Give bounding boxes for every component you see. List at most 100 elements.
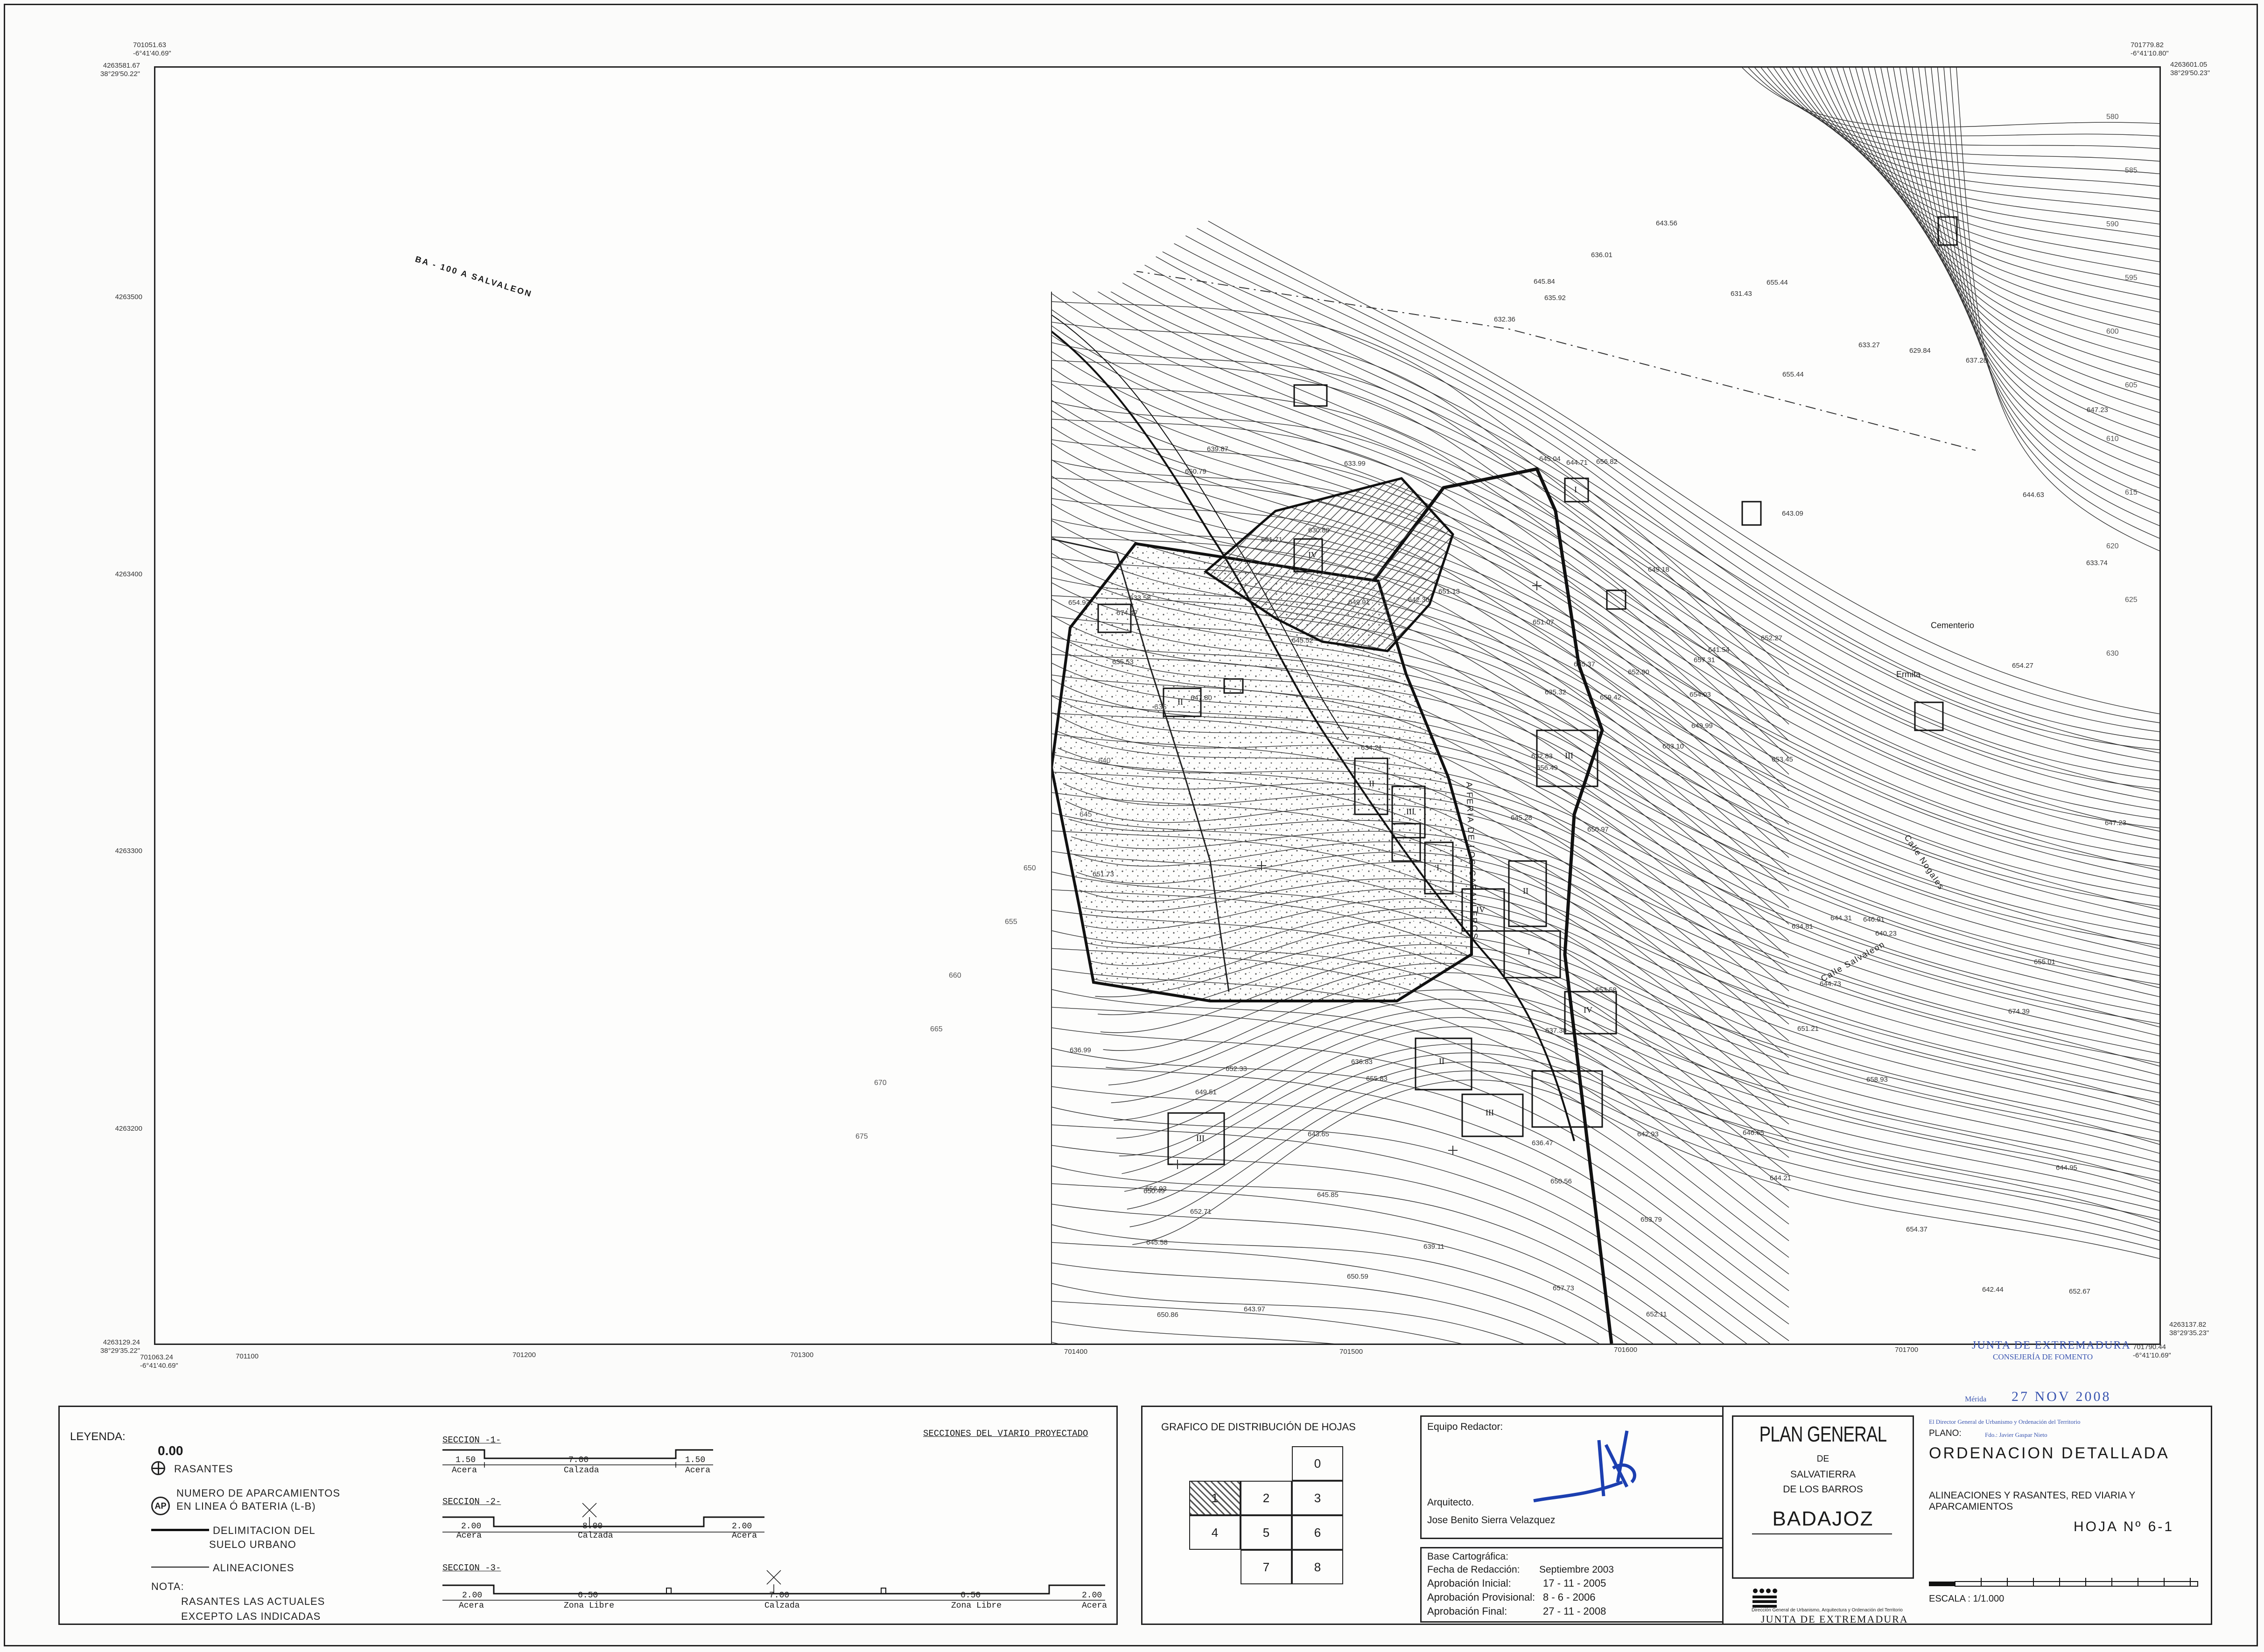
contour-elevation-label: 620 — [2106, 542, 2119, 550]
spot-height-label: 652.33 — [1226, 1065, 1247, 1073]
sheet-cell[interactable]: 3 — [1292, 1481, 1343, 1515]
spot-height-label: 674.47 — [1116, 609, 1138, 617]
spot-height-label: 645.04 — [1539, 455, 1561, 463]
spot-height-label: 652.27 — [1761, 634, 1782, 642]
building-floors-label: IV — [1308, 550, 1317, 560]
building-floors-label: II — [1369, 779, 1374, 788]
building-floors-label: III — [1486, 1108, 1494, 1117]
contour-line — [1893, 68, 2159, 427]
spot-height-label: 652.71 — [1190, 1208, 1212, 1216]
contour-line — [1849, 68, 2159, 338]
sheet-cell[interactable]: 4 — [1189, 1515, 1241, 1550]
section-1-profile — [442, 1449, 713, 1468]
section-1-title: SECCION -1- — [442, 1435, 501, 1445]
spot-height-label: 642.44 — [1982, 1286, 2004, 1294]
signature-icon — [1533, 1430, 1636, 1503]
spot-height-label: 636.83 — [1351, 1058, 1373, 1066]
contour-line — [1949, 68, 2159, 540]
junta-name: JUNTA DE EXTREMADURA — [1761, 1613, 1908, 1625]
sheet-cell[interactable]: 5 — [1241, 1515, 1292, 1550]
easting-label: 701200 — [512, 1351, 536, 1359]
section-2-dim: 2.00 — [461, 1522, 482, 1531]
easting-label: 701600 — [1614, 1346, 1638, 1354]
corner-coord-tl-top: 701051.63 -6°41'40.69" — [133, 41, 171, 57]
town-name-1: SALVATIERRA — [1790, 1469, 1856, 1480]
building-floors-label: II — [1178, 697, 1183, 707]
contour-line — [1798, 68, 2159, 238]
spot-height-label: 654.37 — [1906, 1225, 1928, 1233]
aprobacion-final-value: 27 - 11 - 2008 — [1543, 1605, 1606, 1617]
scale-bar-icon — [1929, 1578, 2198, 1587]
spot-height-label: 658.93 — [1866, 1076, 1888, 1084]
map-features — [1051, 68, 1976, 1344]
sheet-cell[interactable]: 6 — [1292, 1515, 1343, 1550]
spot-height-label: 636.99 — [1070, 1046, 1091, 1054]
spot-height-label: 653.45 — [1772, 756, 1793, 763]
building-floors-label: III — [1406, 807, 1415, 816]
spot-height-label: 647.23 — [2087, 406, 2108, 414]
sheet-cell[interactable]: 7 — [1241, 1550, 1292, 1584]
aprobacion-provisional-value: 8 - 6 - 2006 — [1543, 1591, 1596, 1603]
contour-elevation-label: 665 — [930, 1025, 943, 1033]
spot-height-label: 649.99 — [1691, 722, 1713, 730]
contour-elevation-label: 590 — [2106, 220, 2119, 228]
sheet-cell-current[interactable]: 1 — [1189, 1481, 1241, 1515]
building-floors-label: II — [1523, 886, 1528, 896]
spot-height-label: 629.84 — [1909, 347, 1931, 355]
section-3-dim: 6.50 — [960, 1591, 981, 1600]
section-3-dim: 7.00 — [769, 1591, 790, 1600]
spot-height-label: 636.01 — [1591, 251, 1612, 259]
contour-elevation-label: 585 — [2125, 167, 2138, 175]
scale-label: ESCALA : 1/1.000 — [1929, 1594, 2005, 1604]
contour-elevation-label: 640 — [1098, 757, 1111, 765]
bottom-strip: LEYENDA: 0.00 RASANTES AP NUMERO DE APAR… — [58, 1406, 2212, 1630]
spot-height-label: 650.79 — [1185, 468, 1206, 476]
spot-height-label: 637.28 — [1966, 357, 1987, 364]
spot-height-label: 633.99 — [1344, 460, 1366, 468]
building-floors-label: I — [1560, 1092, 1563, 1101]
province-name: BADAJOZ — [1772, 1507, 1874, 1530]
sheet-cell[interactable]: 0 — [1292, 1446, 1343, 1481]
spot-height-label: 652.11 — [1646, 1310, 1667, 1318]
town-name-2: DE LOS BARROS — [1783, 1484, 1863, 1495]
spot-height-label: 649.18 — [1648, 566, 1669, 574]
building-floors-label: I — [1528, 947, 1530, 956]
nota-line-1: RASANTES LAS ACTUALES — [181, 1596, 325, 1607]
spot-height-label: 654.93 — [1068, 599, 1090, 607]
spot-height-label: 630.80 — [1308, 526, 1330, 534]
spot-height-label: 635.32 — [1545, 688, 1566, 696]
spot-height-label: 639.87 — [1207, 445, 1228, 453]
contour-line — [1051, 1339, 1789, 1344]
spot-height-label: 651.73 — [1093, 870, 1114, 878]
team-architect-name: Jose Benito Sierra Velazquez — [1427, 1515, 1556, 1526]
corner-coord-bl-left: 4263129.24 38°29'35.22" — [100, 1338, 140, 1355]
spot-height-label: 653.79 — [1640, 1216, 1662, 1224]
contour-line — [1106, 972, 2159, 1192]
spot-height-label: 644.31 — [1830, 914, 1852, 922]
spot-height-label: 643.09 — [1782, 510, 1803, 518]
contour-elevation-label: 595 — [2125, 274, 2138, 282]
spot-height-label: 645.84 — [1534, 278, 1555, 286]
delimitation-label-line1: DELIMITACION DEL — [209, 1525, 315, 1537]
contour-elevation-label: 650 — [1023, 864, 1036, 872]
aprobacion-final-label: Aprobación Final: — [1427, 1605, 1507, 1617]
plano-label: PLANO: — [1929, 1428, 1962, 1438]
stamp-city: Mérida — [1965, 1395, 1987, 1403]
building-floors-label: II — [1439, 1057, 1444, 1066]
spot-height-label: 645.85 — [1317, 1191, 1339, 1199]
plan-general-title: PLAN GENERAL — [1759, 1422, 1887, 1446]
spot-height-label: 644.71 — [1566, 459, 1588, 467]
signer-note: Fdo.: Javier Gaspar Nieto — [1985, 1431, 2047, 1438]
sheet-cell[interactable]: 8 — [1292, 1550, 1343, 1584]
section-3-name: Calzada — [764, 1601, 800, 1610]
contour-elevation-label: 610 — [2106, 435, 2119, 443]
aprobacion-inicial-value: 17 - 11 - 2005 — [1543, 1577, 1606, 1589]
contour-elevation-label: 670 — [874, 1079, 887, 1087]
spot-height-label: 655.83 — [1366, 1075, 1388, 1083]
parking-label-line2: EN LINEA Ó BATERIA (L-B) — [176, 1500, 316, 1512]
sheet-cell[interactable]: 2 — [1241, 1481, 1292, 1515]
section-3-name: Acera — [459, 1601, 484, 1610]
team-title: Equipo Redactor: — [1427, 1421, 1503, 1432]
spot-height-label: 633.27 — [1858, 341, 1880, 349]
spot-height-label: 657.73 — [1553, 1284, 1574, 1292]
